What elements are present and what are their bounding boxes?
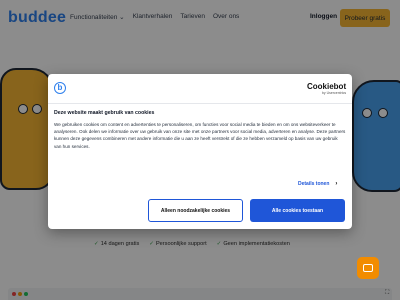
chat-glyph xyxy=(363,264,373,272)
cookie-consent-dialog: b Cookiebot by Usercentrics Deze website… xyxy=(48,74,352,229)
allow-all-cookies-button[interactable]: Alle cookies toestaan xyxy=(250,199,345,222)
details-label: Details tonen xyxy=(298,181,330,187)
necessary-cookies-button[interactable]: Alleen noodzakelijke cookies xyxy=(148,199,243,222)
cookiebot-by: by Usercentrics xyxy=(321,91,347,95)
site-logo-icon: b xyxy=(54,82,66,94)
chat-bubble-icon[interactable] xyxy=(357,257,379,279)
chevron-right-icon: › xyxy=(335,181,338,187)
cookiebot-logo[interactable]: Cookiebot by Usercentrics xyxy=(307,82,346,95)
dialog-body-text: We gebruiken cookies om content en adver… xyxy=(54,122,346,149)
dialog-divider xyxy=(48,103,352,104)
cookiebot-name: Cookiebot xyxy=(307,82,347,91)
dialog-title: Deze website maakt gebruik van cookies xyxy=(54,110,155,116)
details-link[interactable]: Details tonen › xyxy=(298,181,337,187)
